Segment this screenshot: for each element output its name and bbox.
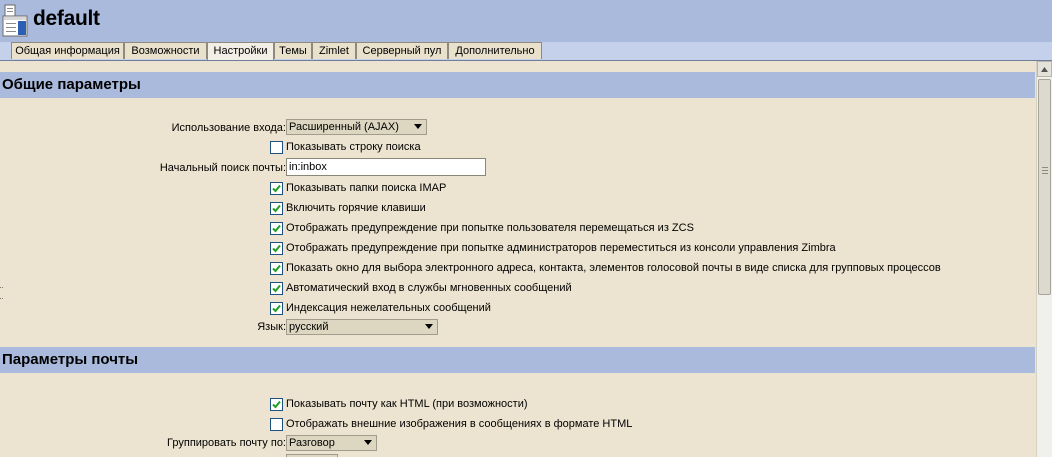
tab-advanced[interactable]: Дополнительно: [448, 42, 542, 59]
tab-bar: Общая информация Возможности Настройки Т…: [0, 42, 1052, 61]
checkbox[interactable]: [270, 282, 283, 295]
vertical-scrollbar[interactable]: [1036, 61, 1052, 457]
login-usage-value: Расширенный (AJAX): [289, 121, 399, 133]
check-icon: [272, 204, 281, 213]
chevron-down-icon: [425, 324, 433, 329]
login-usage-label: Использование входа:: [171, 122, 286, 134]
initial-search-label: Начальный поиск почты:: [159, 162, 286, 174]
language-select[interactable]: русский: [286, 319, 438, 335]
title-bar: default: [0, 0, 1052, 42]
initial-search-input[interactable]: in:inbox: [286, 158, 486, 176]
grip-line: [1042, 170, 1048, 171]
checkbox[interactable]: [270, 202, 283, 215]
chevron-down-icon: [414, 124, 422, 129]
arrow-up-icon: [1041, 66, 1048, 72]
checkbox[interactable]: [270, 182, 283, 195]
preferences-panel: Общие параметры Использование входа: Рас…: [0, 61, 1035, 457]
check-icon: [272, 284, 281, 293]
tab-server-pool[interactable]: Серверный пул: [356, 42, 448, 59]
checkbox-label: Отображать предупреждение при попытке ад…: [286, 242, 836, 254]
login-usage-select[interactable]: Расширенный (AJAX): [286, 119, 427, 135]
checkbox[interactable]: [270, 242, 283, 255]
checkbox[interactable]: [270, 262, 283, 275]
check-icon: [272, 244, 281, 253]
page-title: default: [33, 7, 100, 30]
scroll-up-button[interactable]: [1037, 61, 1052, 77]
splitter-handle[interactable]: [0, 287, 3, 299]
checkbox[interactable]: [270, 302, 283, 315]
check-icon: [272, 400, 281, 409]
checkbox-label: Показывать почту как HTML (при возможнос…: [286, 398, 528, 410]
checkbox-label: Отображать предупреждение при попытке по…: [286, 222, 694, 234]
language-value: русский: [289, 321, 329, 333]
group-by-label: Группировать почту по:: [167, 437, 286, 449]
group-by-select[interactable]: Разговор: [286, 435, 377, 451]
tab-general-info[interactable]: Общая информация: [11, 42, 124, 59]
check-icon: [272, 184, 281, 193]
tab-features[interactable]: Возможности: [124, 42, 207, 59]
checkbox[interactable]: [270, 418, 283, 431]
check-icon: [272, 224, 281, 233]
check-icon: [272, 264, 281, 273]
tab-zimlets[interactable]: Zimlet: [312, 42, 356, 59]
section-header-general: Общие параметры: [0, 72, 1035, 98]
scroll-thumb[interactable]: [1038, 79, 1051, 295]
checkbox[interactable]: [270, 141, 283, 154]
checkbox-label: Показывать папки поиска IMAP: [286, 182, 447, 194]
checkbox-label: Индексация нежелательных сообщений: [286, 302, 491, 314]
grip-line: [1042, 173, 1048, 174]
checkbox-label: Показать окно для выбора электронного ад…: [286, 262, 941, 274]
language-label: Язык:: [257, 321, 286, 333]
check-icon: [272, 304, 281, 313]
chevron-down-icon: [364, 440, 372, 445]
checkbox[interactable]: [270, 398, 283, 411]
tab-themes[interactable]: Темы: [274, 42, 312, 59]
checkbox-label: Автоматический вход в службы мгновенных …: [286, 282, 572, 294]
checkbox[interactable]: [270, 222, 283, 235]
cos-document-icon: [2, 4, 28, 37]
checkbox-label: Отображать внешние изображения в сообщен…: [286, 418, 633, 430]
tab-preferences[interactable]: Настройки: [207, 42, 274, 60]
checkbox-label: Включить горячие клавиши: [286, 202, 426, 214]
grip-line: [1042, 167, 1048, 168]
section-header-mail: Параметры почты: [0, 347, 1035, 373]
checkbox-label: Показывать строку поиска: [286, 141, 421, 153]
group-by-value: Разговор: [289, 437, 335, 449]
